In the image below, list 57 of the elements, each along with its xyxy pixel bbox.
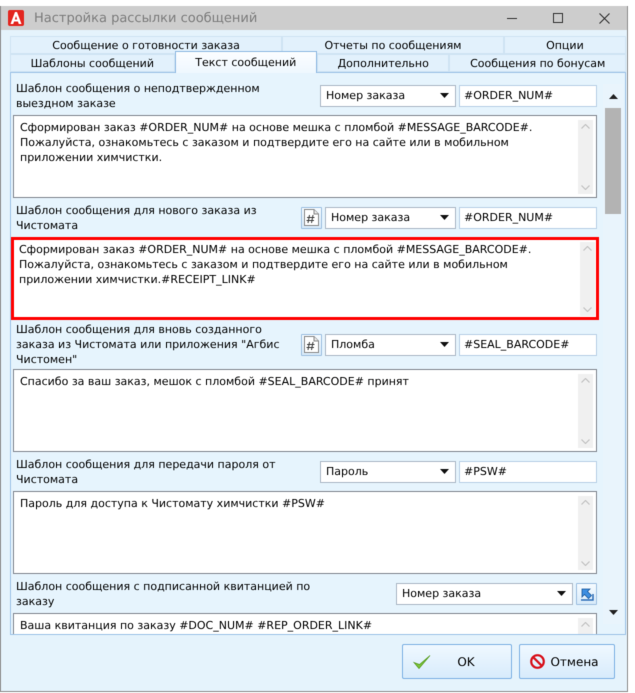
tab[interactable]: Сообщения по бонусам <box>449 54 626 72</box>
template-label: Шаблон сообщения о неподтвержденном выездном заказе <box>16 80 261 110</box>
code-field[interactable]: #ORDER_NUM# <box>459 84 597 106</box>
variable-select[interactable]: Номер заказа <box>396 582 573 604</box>
caret-down-icon <box>557 591 566 596</box>
ok-button[interactable]: OK <box>402 644 512 679</box>
tab[interactable]: Текст сообщений <box>174 51 317 73</box>
close-icon <box>598 12 610 24</box>
variable-select[interactable]: Номер заказа <box>320 84 456 106</box>
hash-document-icon <box>304 336 319 353</box>
variable-select[interactable]: Пароль <box>320 460 456 482</box>
template-label: Шаблон сообщения для нового заказа из Чистомата <box>16 202 258 232</box>
chevron-up-icon <box>581 378 590 383</box>
insert-variable-button[interactable] <box>301 206 322 228</box>
link-button[interactable] <box>576 582 597 604</box>
message-field[interactable]: Сформирован заказ #ORDER_NUM# на основе мешка с пломбой #MESSAGE_BARCODE#. Пожалуйста, ознакомьтесь с заказом и подтвердите его на сайте или в мобильном приложении химчистки. <box>13 115 597 198</box>
cancel-button[interactable]: Отмена <box>519 644 615 679</box>
chevron-up-icon <box>581 124 590 129</box>
chevron-down-icon <box>581 439 590 444</box>
tab[interactable]: Опции <box>504 36 626 54</box>
template-label: Шаблон сообщения с подписанной квитанцией по заказу <box>16 578 312 608</box>
message-field[interactable]: Сформирован заказ #ORDER_NUM# на основе мешка с пломбой #MESSAGE_BARCODE#. Пожалуйста, ознакомьтесь с заказом и подтвердите его на сайте или в мобильном приложении химчистки.#RECEIPT_LINK# <box>11 237 599 320</box>
triangle-down-icon[interactable] <box>608 610 618 614</box>
code-field[interactable]: #PSW# <box>459 460 597 482</box>
triangle-up-icon[interactable] <box>608 94 618 98</box>
chevron-down-icon <box>583 307 592 312</box>
template-label: Шаблон сообщения для вновь созданного заказа из Чистомата или приложения "Агбис Чистомен" <box>16 322 281 367</box>
arrow-icon <box>578 586 594 602</box>
chevron-up-icon <box>583 246 592 251</box>
tab[interactable]: Сообщение о готовности заказа <box>10 36 282 54</box>
check-icon <box>413 654 431 670</box>
tab[interactable]: Отчеты по сообщениям <box>282 36 504 54</box>
message-field[interactable]: Ваша квитанция по заказу #DOC_NUM# #REP_ORDER_LINK# <box>13 613 597 634</box>
app-logo-icon <box>8 10 24 26</box>
message-field[interactable]: Пароль для доступа к Чистомату химчистки #PSW# <box>13 491 597 574</box>
chevron-up-icon <box>581 622 590 627</box>
code-field[interactable]: #SEAL_BARCODE# <box>459 334 597 356</box>
no-entry-icon <box>530 654 545 669</box>
code-field[interactable]: #ORDER_NUM# <box>459 206 597 228</box>
tab[interactable]: Шаблоны сообщений <box>10 54 175 72</box>
variable-select[interactable]: Номер заказа <box>325 206 456 228</box>
message-field[interactable]: Спасибо за ваш заказ, мешок с пломбой #SEAL_BARCODE# принят <box>13 369 597 452</box>
maximize-icon <box>553 13 563 23</box>
caret-down-icon <box>440 469 449 474</box>
chevron-up-icon <box>581 500 590 505</box>
insert-variable-button[interactable] <box>301 334 322 356</box>
variable-select[interactable]: Пломба <box>325 334 456 356</box>
caret-down-icon <box>440 93 449 98</box>
caret-down-icon <box>440 342 449 347</box>
template-label: Шаблон сообщения для передачи пароля от Чистомата <box>16 456 276 486</box>
window-title: Настройка рассылки сообщений <box>34 10 258 26</box>
tab[interactable]: Дополнительно <box>316 54 450 72</box>
caret-down-icon <box>440 215 449 220</box>
chevron-down-icon <box>581 185 590 190</box>
hash-document-icon <box>304 209 319 226</box>
scrollbar-thumb[interactable] <box>605 108 621 214</box>
chevron-down-icon <box>581 561 590 566</box>
